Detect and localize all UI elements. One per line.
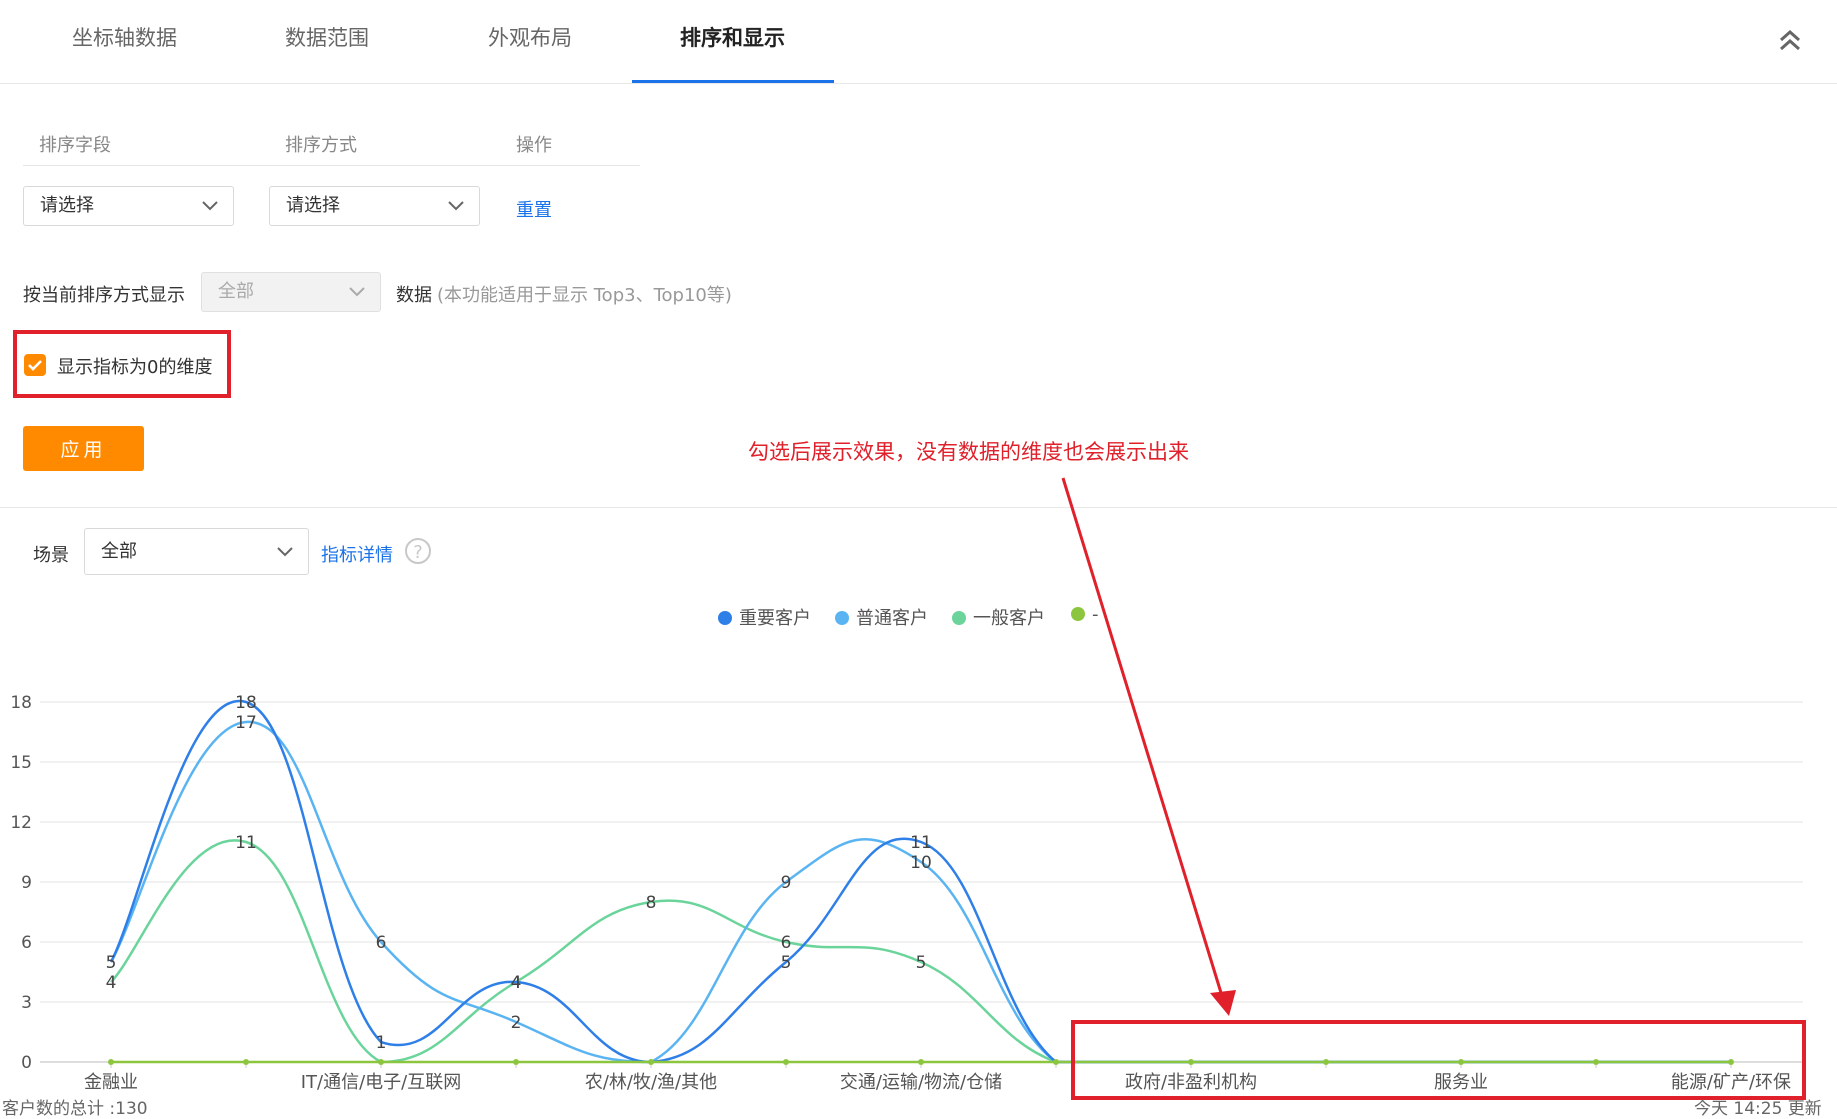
chevron-down-icon bbox=[349, 287, 365, 297]
y-tick-label: 3 bbox=[21, 993, 32, 1013]
data-label: 11 bbox=[910, 833, 932, 853]
operation-header: 操作 bbox=[516, 135, 552, 156]
chevron-down-icon bbox=[448, 201, 464, 211]
double-chevron-up-icon[interactable] bbox=[1774, 24, 1806, 56]
tab-data-range[interactable]: 数据范围 bbox=[285, 22, 369, 52]
y-tick-label: 18 bbox=[10, 693, 32, 713]
y-tick-label: 9 bbox=[21, 873, 32, 893]
data-point bbox=[1728, 1059, 1734, 1065]
reset-link[interactable]: 重置 bbox=[516, 196, 552, 222]
sort-order-select-value: 请选择 bbox=[286, 195, 340, 216]
series-line bbox=[109, 720, 1731, 1064]
check-icon bbox=[28, 360, 42, 371]
help-icon[interactable]: ? bbox=[405, 538, 431, 564]
x-tick-label: 金融业 bbox=[84, 1072, 138, 1093]
data-label: 5 bbox=[781, 953, 792, 973]
legend-label: 一般客户 bbox=[973, 608, 1045, 629]
display-suffix-label: 数据 bbox=[396, 285, 432, 306]
data-point bbox=[108, 1059, 114, 1065]
table-header-divider bbox=[23, 165, 640, 166]
data-point bbox=[648, 1059, 654, 1065]
data-label: 10 bbox=[910, 853, 932, 873]
data-label: 2 bbox=[511, 1013, 522, 1033]
display-hint: (本功能适用于显示 Top3、Top10等) bbox=[437, 285, 732, 306]
annotation-text: 勾选后展示效果，没有数据的维度也会展示出来 bbox=[748, 440, 1189, 464]
x-tick-label: IT/通信/电子/互联网 bbox=[301, 1072, 462, 1093]
data-label: 4 bbox=[106, 973, 117, 993]
x-tick-label: 交通/运输/物流/仓储 bbox=[840, 1072, 1002, 1093]
display-by-order-label: 按当前排序方式显示 bbox=[23, 285, 185, 306]
data-point bbox=[378, 1059, 384, 1065]
y-tick-label: 15 bbox=[10, 753, 32, 773]
legend-dot bbox=[835, 611, 849, 625]
legend-dot bbox=[718, 611, 732, 625]
scene-select[interactable]: 全部 bbox=[84, 528, 309, 575]
legend-label: 重要客户 bbox=[739, 608, 811, 629]
data-label: 6 bbox=[781, 933, 792, 953]
total-count-text: 客户数的总计 :130 bbox=[2, 1099, 148, 1119]
tab-axis-data[interactable]: 坐标轴数据 bbox=[72, 22, 177, 52]
scene-label: 场景 bbox=[33, 545, 69, 566]
tab-sort-display[interactable]: 排序和显示 bbox=[680, 22, 785, 52]
sort-order-header: 排序方式 bbox=[285, 135, 357, 156]
update-time-text: 今天 14:25 更新 bbox=[1694, 1099, 1822, 1119]
data-point bbox=[783, 1059, 789, 1065]
section-divider bbox=[0, 507, 1837, 508]
data-point bbox=[918, 1059, 924, 1065]
x-tick-label: 政府/非盈利机构 bbox=[1125, 1072, 1257, 1093]
legend-label: - bbox=[1092, 604, 1099, 625]
data-point bbox=[1188, 1059, 1194, 1065]
apply-button[interactable]: 应用 bbox=[23, 426, 144, 471]
display-count-select-value: 全部 bbox=[218, 281, 254, 302]
metric-detail-link[interactable]: 指标详情 bbox=[321, 541, 393, 567]
legend-item-general[interactable]: 一般客户 bbox=[952, 604, 1045, 630]
chevron-down-icon bbox=[202, 201, 218, 211]
series-line bbox=[110, 839, 1731, 1064]
data-label: 11 bbox=[235, 833, 257, 853]
data-label: 18 bbox=[235, 693, 257, 713]
sort-field-select[interactable]: 请选择 bbox=[23, 186, 234, 226]
legend-label: 普通客户 bbox=[856, 608, 928, 629]
data-point bbox=[1053, 1059, 1059, 1065]
tab-bar: 坐标轴数据 数据范围 外观布局 排序和显示 bbox=[0, 0, 1837, 84]
active-tab-indicator bbox=[632, 80, 834, 83]
data-point bbox=[513, 1059, 519, 1065]
data-point bbox=[1323, 1059, 1329, 1065]
x-tick-label: 农/林/牧/渔/其他 bbox=[585, 1072, 717, 1093]
data-point bbox=[243, 1059, 249, 1065]
chevron-down-icon bbox=[277, 547, 293, 557]
tab-appearance-layout[interactable]: 外观布局 bbox=[488, 22, 572, 52]
data-label: 17 bbox=[235, 713, 257, 733]
display-count-select[interactable]: 全部 bbox=[201, 272, 381, 312]
sort-field-select-value: 请选择 bbox=[40, 195, 94, 216]
legend-dot bbox=[952, 611, 966, 625]
legend-item-important[interactable]: 重要客户 bbox=[718, 604, 811, 630]
data-label: 9 bbox=[781, 873, 792, 893]
y-tick-label: 6 bbox=[21, 933, 32, 953]
data-label: 1 bbox=[376, 1033, 387, 1053]
legend-item-normal[interactable]: 普通客户 bbox=[835, 604, 928, 630]
data-label: 5 bbox=[106, 953, 117, 973]
legend-item-other[interactable]: - bbox=[1071, 604, 1099, 625]
data-label: 5 bbox=[916, 953, 927, 973]
sort-field-header: 排序字段 bbox=[39, 135, 111, 156]
data-label: 8 bbox=[646, 893, 657, 913]
data-point bbox=[1458, 1059, 1464, 1065]
data-label: 4 bbox=[511, 973, 522, 993]
x-tick-label: 能源/矿产/环保 bbox=[1671, 1072, 1791, 1093]
y-tick-label: 12 bbox=[10, 813, 32, 833]
y-tick-label: 0 bbox=[21, 1053, 32, 1073]
sort-order-select[interactable]: 请选择 bbox=[269, 186, 480, 226]
data-point bbox=[1593, 1059, 1599, 1065]
x-tick-label: 服务业 bbox=[1434, 1072, 1488, 1093]
data-label: 6 bbox=[376, 933, 387, 953]
show-zero-checkbox-label: 显示指标为0的维度 bbox=[57, 357, 213, 378]
scene-select-value: 全部 bbox=[101, 541, 137, 562]
legend-dot bbox=[1071, 607, 1085, 621]
line-chart: 0369121518金融业 IT/通信/电子/互联网 农/林/牧/渔/其他 交通/运输… bbox=[10, 693, 1803, 1093]
show-zero-checkbox[interactable] bbox=[24, 354, 46, 376]
